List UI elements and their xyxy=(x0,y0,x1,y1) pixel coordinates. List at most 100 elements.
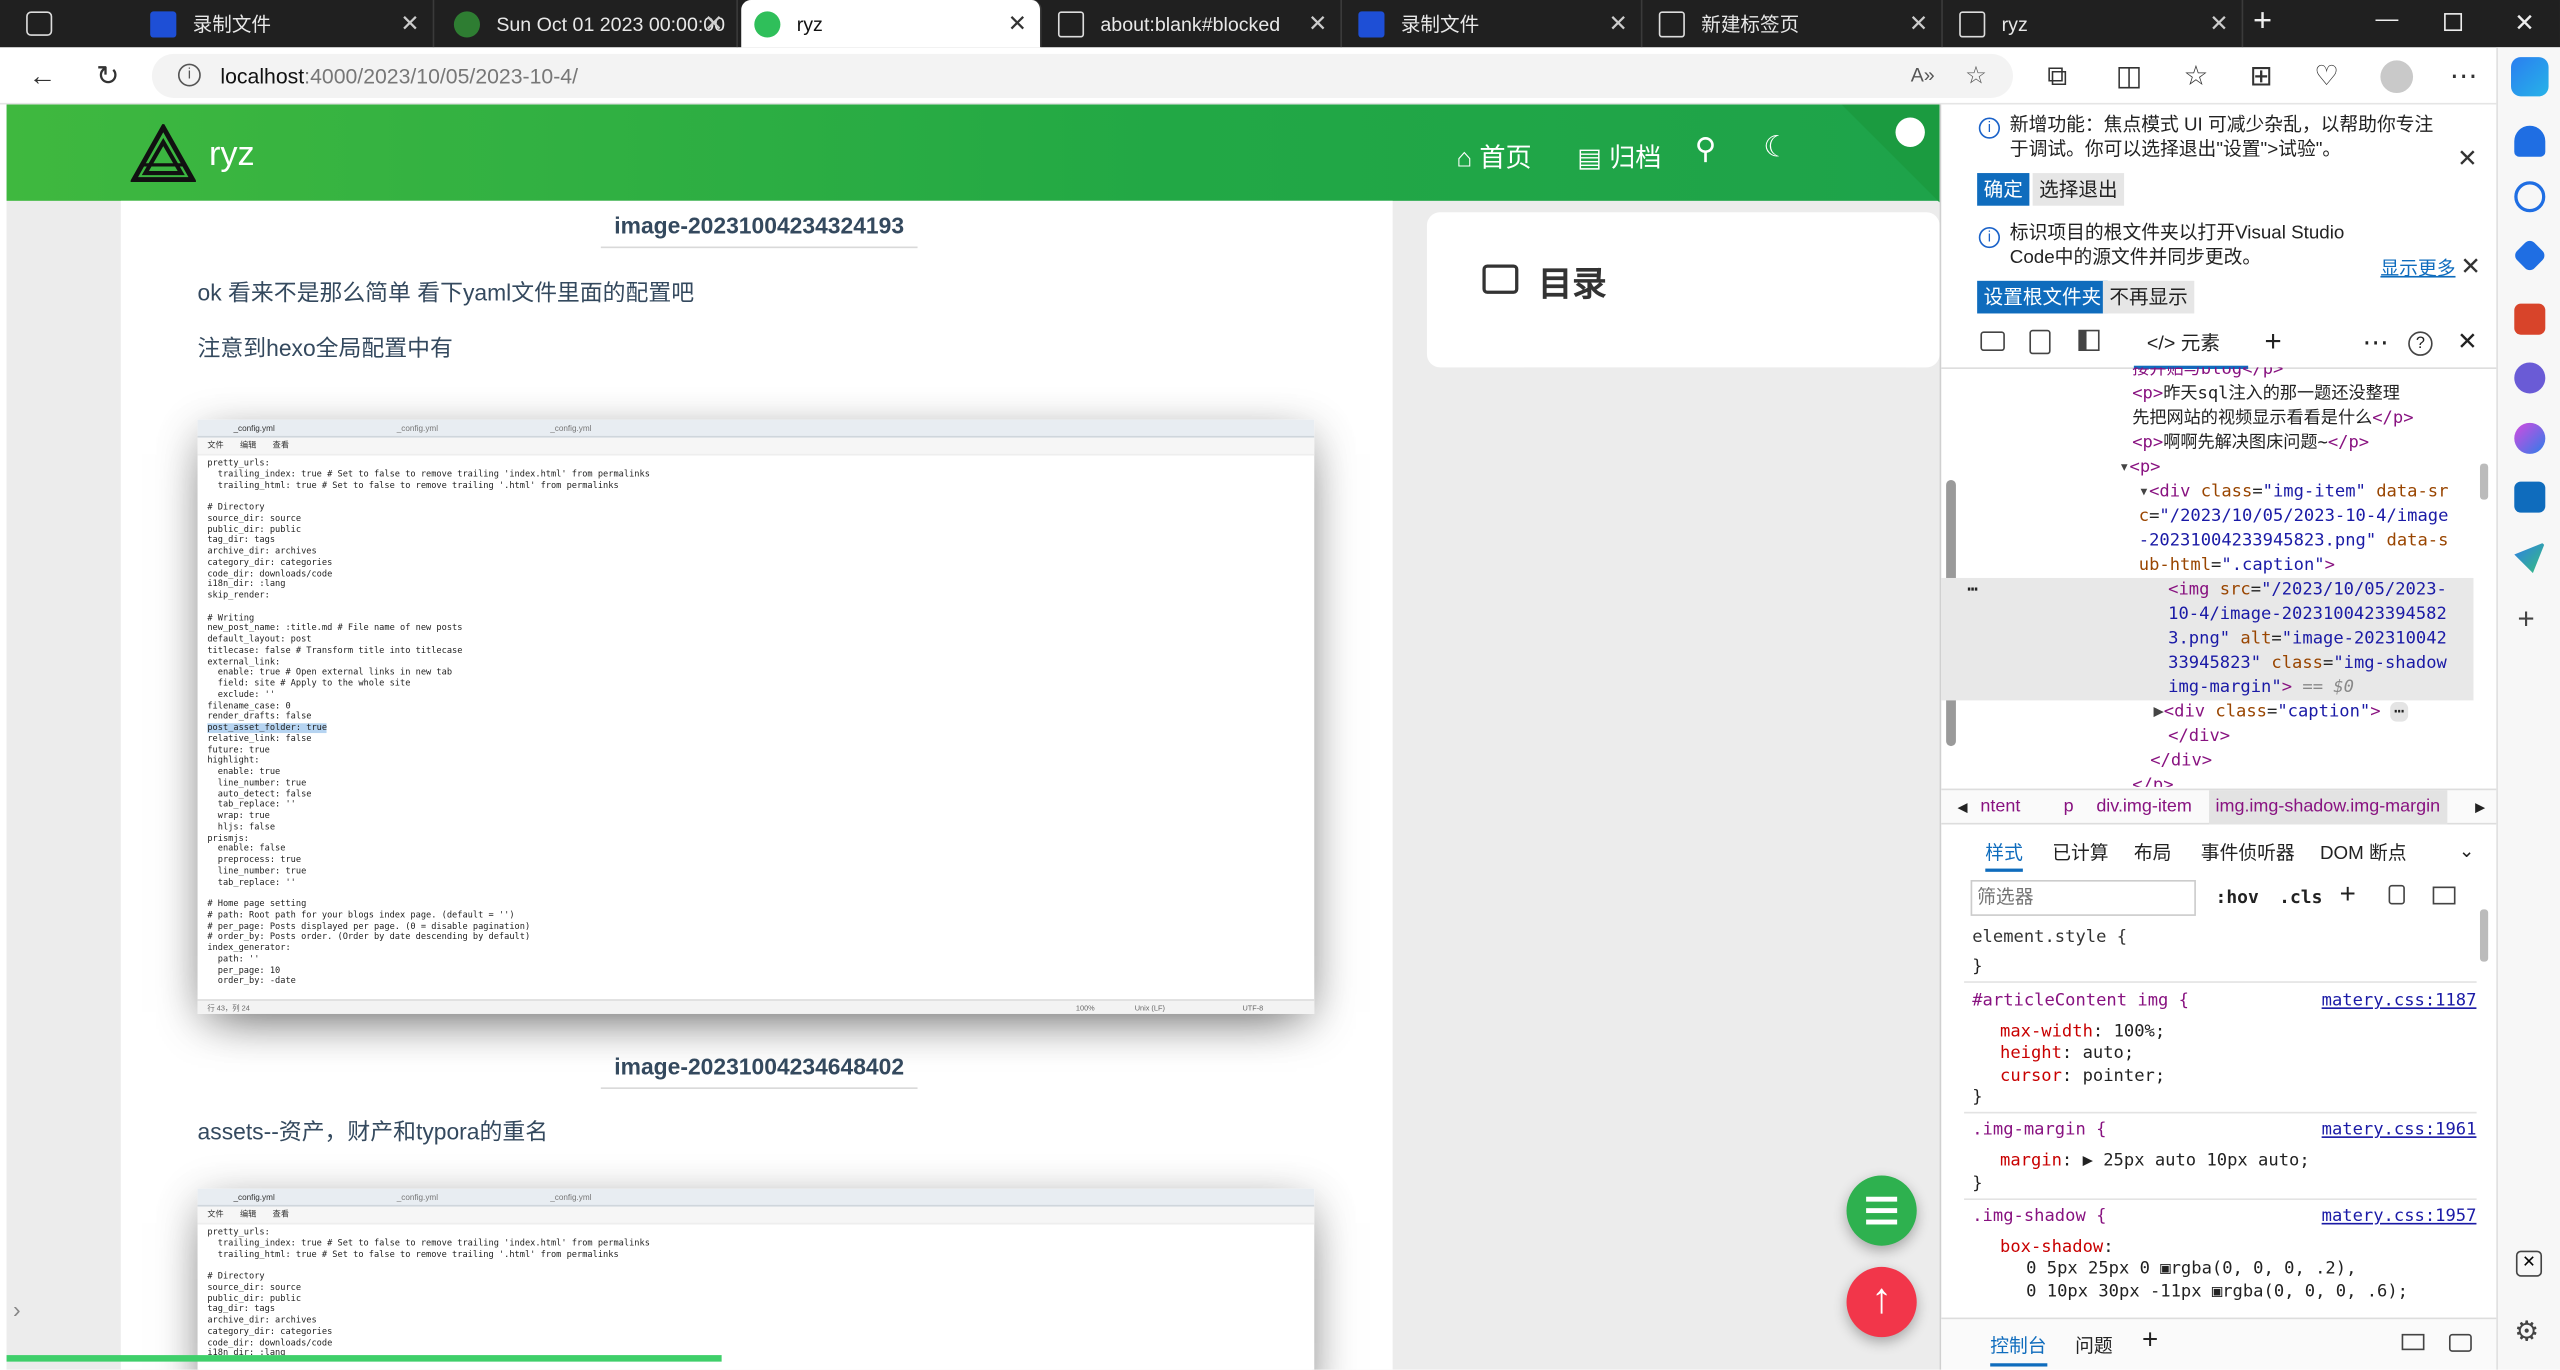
more-options-icon[interactable]: ⋯ xyxy=(2444,57,2483,96)
dom-line-ellipsis[interactable]: ⋯ xyxy=(1967,578,1977,602)
add-drawer-tab-icon[interactable]: + xyxy=(2142,1324,2158,1357)
add-tool-button[interactable]: + xyxy=(2264,325,2281,359)
rule-source-link[interactable]: matery.css:1957 xyxy=(2322,1207,2477,1229)
rule-source-link[interactable]: matery.css:1187 xyxy=(2322,991,2477,1013)
dock-icon[interactable] xyxy=(2401,1333,2425,1351)
notifications-icon[interactable] xyxy=(2514,125,2546,157)
tab-2[interactable]: ryz ✕ xyxy=(741,0,1042,48)
dom-line[interactable]: <img src="/2023/10/05/2023-10-4/image-20… xyxy=(2168,578,2452,700)
dom-tree[interactable]: 接并贴与blog</p> <p>昨天sql注入的那一题还没整理 先把网站的视频显… xyxy=(1941,367,2480,787)
close-icon[interactable]: ✕ xyxy=(1008,10,1027,38)
search-icon[interactable] xyxy=(2514,181,2546,213)
expand-arrow-icon[interactable]: ▾ xyxy=(2139,482,2149,502)
chevron-down-icon[interactable]: ⌄ xyxy=(2459,839,2475,862)
breadcrumb-item[interactable]: p xyxy=(2064,790,2074,824)
microsoft365-icon[interactable] xyxy=(2514,422,2546,454)
dom-line[interactable]: <p>昨天sql注入的那一题还没整理 先把网站的视频显示看看是什么</p> xyxy=(2132,382,2418,431)
new-tab-button[interactable]: + xyxy=(2253,3,2272,41)
dom-scrollbar[interactable] xyxy=(2479,463,2489,500)
minimize-button[interactable]: — xyxy=(2376,5,2399,31)
show-more-link[interactable]: 显示更多 xyxy=(2380,255,2455,281)
collapsed-ellipsis[interactable]: ⋯ xyxy=(2390,702,2408,722)
tab-elements[interactable]: </> 元素 xyxy=(2133,327,2249,369)
set-root-folder-button[interactable]: 设置根文件夹 xyxy=(1977,280,2108,314)
close-icon[interactable]: ✕ xyxy=(400,10,419,38)
restore-button[interactable] xyxy=(2444,13,2463,32)
tab-layout[interactable]: 布局 xyxy=(2134,839,2172,865)
outlook-icon[interactable] xyxy=(2514,481,2546,513)
tab-3[interactable]: about:blank#blocked ✕ xyxy=(1045,0,1343,48)
expand-arrow-icon[interactable]: ▶ xyxy=(2153,702,2163,722)
favorite-star-icon[interactable]: ☆ xyxy=(1965,54,1987,98)
expand-chevron-icon[interactable]: › xyxy=(13,1296,21,1322)
sidebar-hide-icon[interactable]: ✕ xyxy=(2515,1250,2543,1277)
close-icon[interactable]: ✕ xyxy=(1609,10,1628,38)
dom-line[interactable]: </div> xyxy=(2150,749,2212,773)
tab-5[interactable]: 新建标签页 ✕ xyxy=(1646,0,1943,48)
close-notice-icon[interactable]: ✕ xyxy=(2457,144,2478,173)
inspect-icon[interactable] xyxy=(1980,331,2005,352)
cls-toggle[interactable]: .cls xyxy=(2279,887,2322,908)
window-close-button[interactable]: ✕ xyxy=(2514,8,2535,38)
tab-event-listeners[interactable]: 事件侦听器 xyxy=(2201,839,2295,865)
shadow-value[interactable]: 0 5px 25px 0 ▣rgba(0, 0, 0, .2), xyxy=(2026,1259,2356,1281)
hov-toggle[interactable]: :hov xyxy=(2216,887,2259,908)
breadcrumb-item[interactable]: ntent xyxy=(1980,790,2020,824)
dom-line[interactable]: ▶<div class="caption"> ⋯ xyxy=(2153,700,2408,724)
article-image[interactable]: _config.yml _config.yml _config.yml 文件 编… xyxy=(197,419,1315,1014)
address-bar[interactable]: i localhost:4000/2023/10/05/2023-10-4/ A… xyxy=(151,53,2014,98)
tools-icon[interactable] xyxy=(2514,303,2546,335)
back-button[interactable]: ← xyxy=(23,57,62,96)
nav-home[interactable]: ⌂ 首页 xyxy=(1456,136,1531,175)
expand-arrow-icon[interactable]: ▾ xyxy=(2119,457,2129,477)
breadcrumb-left-arrow[interactable]: ◀ xyxy=(1958,790,1968,824)
tab-4[interactable]: 录制文件 ✕ xyxy=(1345,0,1643,48)
sidebar-settings-icon[interactable]: ⚙ xyxy=(2514,1316,2539,1349)
breadcrumb-item[interactable]: img.img-shadow.img-margin xyxy=(2208,790,2447,825)
css-prop[interactable]: margin: ▶ 25px auto 10px auto; xyxy=(2000,1151,2310,1173)
dom-line[interactable]: ▾<div class="img-item" data-src="/2023/1… xyxy=(2139,480,2449,578)
rule-selector[interactable]: #articleContent img { xyxy=(1972,991,2189,1013)
dom-line[interactable]: </div> xyxy=(2168,725,2230,749)
add-sidebar-app-icon[interactable]: + xyxy=(2518,602,2535,636)
close-icon[interactable]: ✕ xyxy=(2209,10,2228,38)
read-aloud-icon[interactable]: A» xyxy=(1911,54,1935,98)
profile-avatar[interactable] xyxy=(2380,60,2414,94)
dom-line[interactable]: 接并贴与blog</p> xyxy=(2132,367,2283,382)
close-icon[interactable]: ✕ xyxy=(1308,10,1327,38)
paint-icon[interactable] xyxy=(2388,884,2405,905)
dom-line[interactable]: <p>啊啊先解决图床问题~</p> xyxy=(2132,431,2369,455)
tab-issues[interactable]: 问题 xyxy=(2075,1332,2113,1358)
site-info-icon[interactable]: i xyxy=(177,63,201,87)
shopping-icon[interactable] xyxy=(2512,238,2548,273)
performance-icon[interactable]: ♡ xyxy=(2307,57,2346,96)
screencast-icon[interactable] xyxy=(2448,1333,2472,1352)
dom-line[interactable]: </p> xyxy=(2132,774,2173,787)
tab-computed[interactable]: 已计算 xyxy=(2052,839,2108,865)
reload-button[interactable]: ↻ xyxy=(88,57,127,96)
send-icon[interactable] xyxy=(2514,542,2546,574)
close-notice-icon[interactable]: ✕ xyxy=(2460,251,2481,281)
css-prop[interactable]: box-shadow: xyxy=(2000,1238,2114,1260)
styles-scrollbar[interactable] xyxy=(2479,909,2489,962)
dom-line[interactable]: ▾<p> xyxy=(2119,456,2160,480)
tab-styles[interactable]: 样式 xyxy=(1985,839,2023,872)
tab-6[interactable]: ryz ✕ xyxy=(1946,0,2244,48)
shadow-value[interactable]: 0 10px 30px -11px ▣rgba(0, 0, 0, .6); xyxy=(2026,1282,2408,1304)
rule-source-link[interactable]: matery.css:1961 xyxy=(2322,1120,2477,1142)
site-name[interactable]: ryz xyxy=(209,136,255,175)
split-screen-icon[interactable]: ◫ xyxy=(2109,57,2148,96)
rule-selector[interactable]: .img-shadow { xyxy=(1972,1207,2106,1229)
article-image[interactable]: _config.yml _config.yml _config.yml 文件 编… xyxy=(197,1188,1315,1370)
opt-out-button[interactable]: 选择退出 xyxy=(2032,173,2125,206)
github-corner-icon[interactable] xyxy=(1841,104,1940,203)
css-prop[interactable]: cursor: pointer; xyxy=(2000,1066,2165,1088)
toggle-sidebar-icon[interactable] xyxy=(2432,886,2456,905)
filter-input[interactable] xyxy=(1970,879,2196,916)
rule-element-style[interactable]: element.style { xyxy=(1972,927,2127,949)
confirm-button[interactable]: 确定 xyxy=(1977,173,2030,206)
dont-show-again-button[interactable]: 不再显示 xyxy=(2102,280,2195,314)
tab-dom-breakpoints[interactable]: DOM 断点 xyxy=(2320,839,2407,865)
tab-console[interactable]: 控制台 xyxy=(1990,1332,2047,1367)
close-icon[interactable]: ✕ xyxy=(704,10,723,38)
